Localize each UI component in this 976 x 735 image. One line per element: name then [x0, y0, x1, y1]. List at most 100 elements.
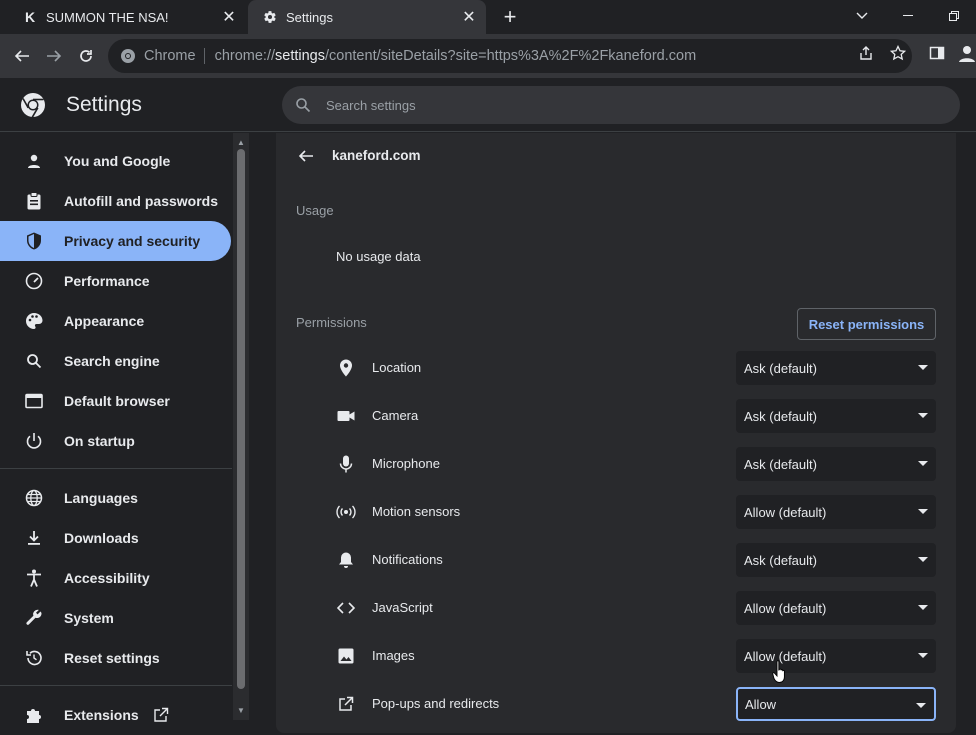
- tab-strip: K SUMMON THE NSA! ✕ Settings ✕ +: [0, 0, 976, 34]
- browser-icon: [24, 391, 44, 411]
- speedometer-icon: [24, 271, 44, 291]
- open-external-icon: [153, 707, 169, 723]
- back-arrow-icon[interactable]: [296, 146, 316, 166]
- sidebar-item-autofill[interactable]: Autofill and passwords: [0, 181, 231, 221]
- tab-title: Settings: [286, 9, 333, 25]
- images-select[interactable]: Allow (default): [736, 639, 936, 673]
- minimize-button[interactable]: [886, 0, 930, 32]
- scrollbar-thumb[interactable]: [237, 149, 245, 689]
- sidebar-item-on-startup[interactable]: On startup: [0, 421, 231, 461]
- camera-select[interactable]: Ask (default): [736, 399, 936, 433]
- palette-icon: [24, 311, 44, 331]
- sidebar-divider: [0, 685, 232, 686]
- microphone-icon: [336, 454, 356, 474]
- settings-header: Settings: [0, 78, 976, 132]
- sidebar-item-label: Autofill and passwords: [64, 193, 219, 209]
- settings-sidebar: You and Google Autofill and passwords Pr…: [0, 133, 232, 723]
- sidebar-item-extensions[interactable]: Extensions: [0, 695, 231, 735]
- permission-row-popups: Pop-ups and redirects Allow: [336, 687, 936, 721]
- close-tab-icon[interactable]: ✕: [218, 6, 240, 28]
- profile-avatar-icon[interactable]: [956, 42, 976, 64]
- clipboard-icon: [24, 191, 44, 211]
- puzzle-icon: [24, 705, 44, 725]
- url-text: chrome://settings/content/siteDetails?si…: [215, 48, 697, 64]
- download-icon: [24, 528, 44, 548]
- forward-button[interactable]: [40, 42, 68, 70]
- side-panel-icon[interactable]: [926, 42, 948, 64]
- tab-search-chevron-icon[interactable]: [840, 0, 884, 32]
- new-tab-button[interactable]: +: [498, 4, 522, 29]
- tab-settings[interactable]: Settings ✕: [248, 0, 486, 34]
- permission-label: Microphone: [372, 456, 440, 471]
- location-select[interactable]: Ask (default): [736, 351, 936, 385]
- javascript-select[interactable]: Allow (default): [736, 591, 936, 625]
- sidebar-item-label: Privacy and security: [64, 233, 201, 249]
- sidebar-item-label: Appearance: [64, 313, 145, 329]
- sidebar-item-accessibility[interactable]: Accessibility: [0, 558, 231, 598]
- permission-row-motion-sensors: Motion sensors Allow (default): [336, 495, 936, 529]
- sidebar-item-you-and-google[interactable]: You and Google: [0, 141, 231, 181]
- permission-row-camera: Camera Ask (default): [336, 399, 936, 433]
- scroll-down-arrow-icon[interactable]: ▼: [236, 705, 246, 715]
- omnibox-divider: [203, 48, 205, 64]
- restore-button[interactable]: [932, 0, 976, 32]
- permission-label: Notifications: [372, 552, 443, 567]
- location-pin-icon: [336, 358, 356, 378]
- sidebar-item-label: On startup: [64, 433, 135, 449]
- accessibility-icon: [24, 568, 44, 588]
- dropdown-caret-icon: [918, 461, 928, 466]
- permission-row-microphone: Microphone Ask (default): [336, 447, 936, 481]
- search-icon: [24, 351, 44, 371]
- url-host: settings: [275, 48, 325, 64]
- permission-label: JavaScript: [372, 600, 433, 615]
- chrome-icon: [120, 48, 136, 64]
- sidebar-item-downloads[interactable]: Downloads: [0, 518, 231, 558]
- scroll-up-arrow-icon[interactable]: ▲: [236, 137, 246, 147]
- bookmark-star-icon[interactable]: [887, 42, 909, 64]
- motion-sensors-select[interactable]: Allow (default): [736, 495, 936, 529]
- dropdown-caret-icon: [918, 413, 928, 418]
- search-icon: [294, 96, 312, 114]
- sidebar-item-default-browser[interactable]: Default browser: [0, 381, 231, 421]
- url-path: /content/siteDetails?site=https%3A%2F%2F…: [325, 48, 697, 64]
- motion-sensor-icon: [336, 502, 356, 522]
- sidebar-item-reset-settings[interactable]: Reset settings: [0, 638, 231, 678]
- sidebar-item-performance[interactable]: Performance: [0, 261, 231, 301]
- reset-permissions-button[interactable]: Reset permissions: [797, 308, 936, 340]
- chrome-logo-icon: [20, 92, 46, 118]
- sidebar-item-languages[interactable]: Languages: [0, 478, 231, 518]
- tab-title: SUMMON THE NSA!: [46, 9, 169, 25]
- dropdown-caret-icon: [918, 365, 928, 370]
- sidebar-scrollbar[interactable]: ▲ ▼: [233, 133, 249, 720]
- close-tab-icon[interactable]: ✕: [458, 6, 480, 28]
- code-icon: [336, 598, 356, 618]
- back-button[interactable]: [8, 42, 36, 70]
- url-scheme: chrome://: [214, 48, 276, 64]
- wrench-icon: [24, 608, 44, 628]
- select-value: Allow (default): [744, 504, 827, 520]
- tab-summon[interactable]: K SUMMON THE NSA! ✕: [8, 0, 246, 34]
- open-external-icon: [336, 694, 356, 714]
- sidebar-item-privacy[interactable]: Privacy and security: [0, 221, 231, 261]
- sidebar-item-search-engine[interactable]: Search engine: [0, 341, 231, 381]
- sidebar-item-label: Accessibility: [64, 570, 150, 586]
- reload-button[interactable]: [72, 42, 100, 70]
- camera-icon: [336, 406, 356, 426]
- popups-select[interactable]: Allow: [736, 687, 936, 721]
- share-icon[interactable]: [855, 42, 877, 64]
- sidebar-item-label: Extensions: [64, 707, 139, 723]
- sidebar-item-label: You and Google: [64, 153, 171, 169]
- dropdown-caret-icon: [916, 703, 926, 708]
- sidebar-item-appearance[interactable]: Appearance: [0, 301, 231, 341]
- sidebar-item-system[interactable]: System: [0, 598, 231, 638]
- page-title: Settings: [66, 93, 142, 116]
- microphone-select[interactable]: Ask (default): [736, 447, 936, 481]
- settings-search[interactable]: [282, 86, 960, 124]
- permission-label: Images: [372, 648, 415, 663]
- search-input[interactable]: [326, 97, 926, 113]
- permission-row-javascript: JavaScript Allow (default): [336, 591, 936, 625]
- notifications-select[interactable]: Ask (default): [736, 543, 936, 577]
- permission-row-location: Location Ask (default): [336, 351, 936, 385]
- usage-value: No usage data: [336, 249, 421, 264]
- address-bar[interactable]: Chrome chrome://settings/content/siteDet…: [108, 39, 912, 73]
